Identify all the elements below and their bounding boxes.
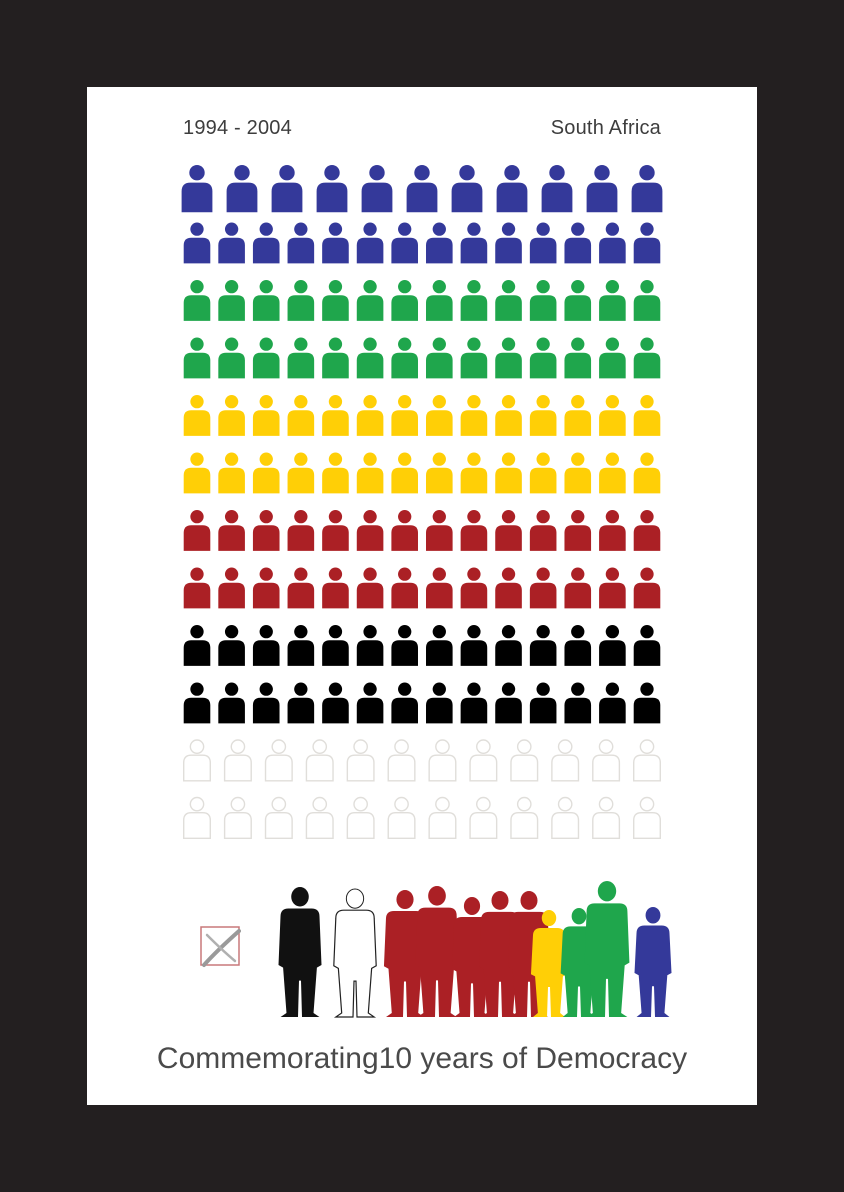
caption: Commemorating10 years of Democracy — [156, 1042, 688, 1075]
crowd-silhouettes — [278, 881, 672, 1018]
person-silhouette — [278, 887, 322, 1017]
person-silhouette — [333, 888, 377, 1018]
person-silhouette — [415, 886, 459, 1017]
poster: 1994 - 2004 South Africa Commemorating10… — [87, 87, 757, 1105]
person-silhouette — [634, 907, 672, 1017]
